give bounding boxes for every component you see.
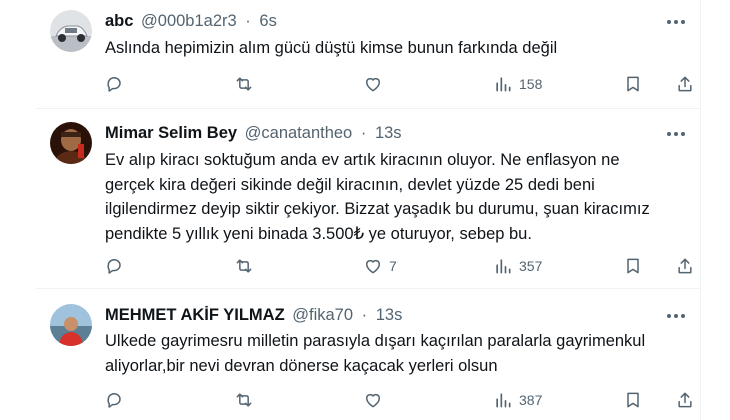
separator-dot: · [361,306,368,324]
share-button[interactable] [675,254,695,278]
reply-button[interactable] [105,72,125,96]
view-count: 387 [519,392,543,408]
like-button[interactable]: 7 [363,254,397,278]
tweet-text: Aslında hepimizin alım gücü düştü kimse … [105,39,558,57]
views-button[interactable]: 357 [493,254,542,278]
avatar[interactable] [50,122,92,164]
share-icon [675,74,695,94]
heart-icon [363,74,383,94]
share-button[interactable] [675,388,695,412]
tweet-text: Ev alıp kiracı soktuğum anda ev artık ki… [105,151,650,243]
avatar[interactable] [50,304,92,346]
tweet[interactable]: MEHMET AKİF YILMAZ @fika70 · 13s Ulkede … [36,288,700,420]
timeline-feed: abc @000b1a2r3 · 6s Aslında hepimizin al… [0,0,730,420]
tweet[interactable]: abc @000b1a2r3 · 6s Aslında hepimizin al… [36,0,700,109]
views-button[interactable]: 387 [493,388,542,412]
reply-icon [105,74,125,94]
author-handle[interactable]: @canatantheo [245,124,353,142]
heart-icon [363,256,383,276]
tweet-text: Ulkede gayrimesru milletin parasıyla dış… [105,332,646,375]
tweet-header: MEHMET AKİF YILMAZ @fika70 · 13s [105,304,660,326]
share-button[interactable] [675,72,695,96]
action-bar: 387 [105,388,692,412]
heart-icon [363,390,383,410]
separator-dot: · [360,124,367,142]
retweet-icon [233,390,255,410]
reply-button[interactable] [105,388,125,412]
timestamp[interactable]: 13s [376,306,403,324]
separator-dot: · [245,12,251,30]
author-name[interactable]: abc [105,12,133,30]
reply-icon [105,390,125,410]
column-border [700,0,730,420]
retweet-icon [233,256,255,276]
bookmark-button[interactable] [623,254,643,278]
views-button[interactable]: 158 [493,72,542,96]
views-icon [493,390,513,410]
reply-button[interactable] [105,254,125,278]
share-icon [675,256,695,276]
like-button[interactable] [363,72,389,96]
action-bar: 7 357 [105,254,692,278]
tweet-header: Mimar Selim Bey @canatantheo · 13s [105,122,660,144]
timestamp[interactable]: 13s [375,124,402,142]
bookmark-button[interactable] [623,72,643,96]
retweet-icon [233,74,255,94]
bookmark-icon [623,390,643,410]
bookmark-button[interactable] [623,388,643,412]
bookmark-icon [623,74,643,94]
view-count: 158 [519,76,543,92]
like-button[interactable] [363,388,389,412]
timestamp[interactable]: 6s [259,12,276,30]
retweet-button[interactable] [233,388,255,412]
more-icon[interactable] [666,124,686,144]
reply-icon [105,256,125,276]
retweet-button[interactable] [233,254,255,278]
tweet[interactable]: Mimar Selim Bey @canatantheo · 13s Ev al… [36,108,700,289]
author-handle[interactable]: @000b1a2r3 [141,12,237,30]
author-name[interactable]: Mimar Selim Bey [105,124,237,142]
action-bar: 158 [105,72,692,96]
view-count: 357 [519,258,543,274]
views-icon [493,256,513,276]
avatar[interactable] [50,10,92,52]
more-icon[interactable] [666,12,686,32]
share-icon [675,390,695,410]
views-icon [493,74,513,94]
author-handle[interactable]: @fika70 [292,306,353,324]
retweet-button[interactable] [233,72,255,96]
bookmark-icon [623,256,643,276]
like-count: 7 [389,258,397,274]
author-name[interactable]: MEHMET AKİF YILMAZ [105,306,285,324]
tweet-header: abc @000b1a2r3 · 6s [105,10,660,32]
more-icon[interactable] [666,306,686,326]
